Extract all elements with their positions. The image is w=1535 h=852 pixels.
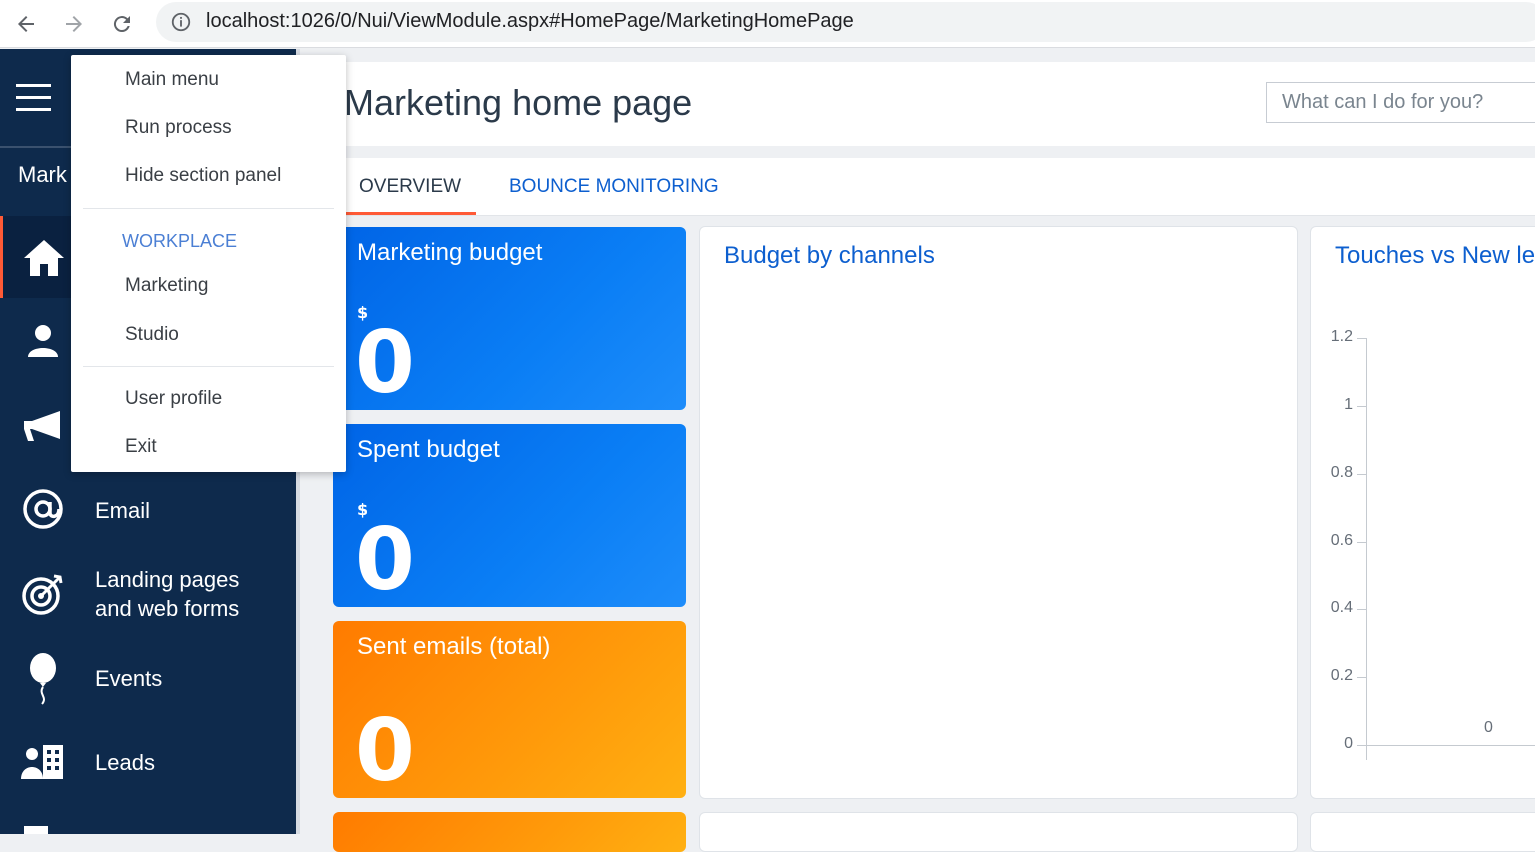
card-partial (1310, 812, 1535, 852)
y-tick (1357, 677, 1366, 679)
card-title[interactable]: Budget by channels (724, 242, 935, 270)
card-partial (699, 812, 1298, 852)
main-dropdown-menu: Main menu Run process Hide section panel… (71, 55, 346, 472)
tile-value: 0 (355, 313, 415, 410)
hamburger-bar (16, 96, 51, 99)
tile-value: 0 (355, 510, 415, 607)
y-axis-line (1366, 338, 1367, 760)
sidebar-item-events[interactable]: Events (95, 664, 162, 693)
y-tick-label: 0.4 (1330, 599, 1353, 617)
menu-item-run-process[interactable]: Run process (125, 117, 232, 139)
info-icon (171, 12, 191, 32)
card-budget-by-channels (699, 226, 1298, 799)
command-search-input[interactable] (1266, 82, 1535, 123)
reload-button[interactable] (106, 8, 138, 40)
arrow-right-icon (66, 16, 82, 32)
current-section-label: Mark (18, 162, 67, 187)
tab-bar (300, 158, 1535, 216)
x-axis-line (1366, 745, 1535, 746)
tile-sent-emails[interactable]: Sent emails (total) 0 (333, 621, 686, 798)
menu-separator (83, 208, 334, 209)
y-tick (1357, 745, 1366, 746)
hamburger-bar (16, 108, 51, 111)
sidebar-item-landing-pages[interactable]: Landing pages and web forms (95, 565, 239, 623)
sidebar-item-campaigns[interactable] (20, 402, 66, 448)
menu-toggle-button[interactable] (16, 84, 52, 112)
sidebar-item-partial-icon (24, 826, 48, 834)
person-icon (28, 325, 58, 357)
y-tick (1357, 473, 1366, 475)
y-tick-label: 1.2 (1330, 328, 1353, 345)
active-tab-indicator (346, 212, 476, 215)
card-title[interactable]: Touches vs New le (1335, 242, 1535, 270)
tile-title: Sent emails (total) (357, 633, 551, 660)
sidebar-item-leads-icon-wrap[interactable] (20, 739, 66, 785)
y-tick (1357, 541, 1366, 543)
forward-button[interactable] (58, 8, 90, 40)
y-tick-label: 0.8 (1330, 463, 1353, 481)
back-button[interactable] (10, 8, 42, 40)
balloon-icon (30, 653, 56, 705)
sidebar-item-contacts[interactable] (20, 318, 66, 364)
menu-item-marketing[interactable]: Marketing (125, 275, 208, 297)
tile-value: 0 (355, 701, 415, 798)
menu-item-studio[interactable]: Studio (125, 324, 179, 346)
sidebar-item-label: Landing pages (95, 567, 240, 592)
page-title: Marketing home page (344, 82, 693, 123)
tile-title: Marketing budget (357, 239, 543, 266)
target-icon (22, 574, 63, 615)
sidebar-item-home[interactable] (0, 216, 72, 298)
sidebar-item-events-icon-wrap[interactable] (20, 652, 66, 706)
tile-spent-budget[interactable]: Spent budget $ 0 (333, 424, 686, 607)
leads-icon (21, 745, 63, 779)
y-tick (1357, 338, 1366, 339)
menu-item-user-profile[interactable]: User profile (125, 388, 222, 410)
browser-toolbar: localhost:1026/0/Nui/ViewModule.aspx#Hom… (0, 0, 1535, 48)
y-tick-label: 0.6 (1330, 531, 1353, 549)
sidebar-item-email-icon-wrap[interactable] (20, 486, 66, 532)
tile-partial (333, 812, 686, 852)
url-text: localhost:1026/0/Nui/ViewModule.aspx#Hom… (206, 10, 854, 32)
menu-header-workplace: WORKPLACE (122, 231, 238, 251)
at-icon (23, 489, 63, 529)
tab-bounce-monitoring[interactable]: BOUNCE MONITORING (509, 176, 719, 198)
y-tick-label: 0.2 (1330, 667, 1353, 685)
y-tick (1357, 405, 1366, 407)
arrow-left-icon (18, 16, 34, 32)
sidebar-item-leads[interactable]: Leads (95, 748, 155, 777)
sidebar-item-email[interactable]: Email (95, 496, 150, 525)
sidebar-item-landing-icon-wrap[interactable] (20, 571, 66, 617)
chart-data-label: 0 (1484, 719, 1493, 736)
y-tick-label: 1 (1344, 395, 1353, 413)
tab-overview[interactable]: OVERVIEW (359, 176, 461, 198)
tile-marketing-budget[interactable]: Marketing budget $ 0 (333, 227, 686, 410)
tile-title: Spent budget (357, 436, 500, 463)
sidebar-item-label: and web forms (95, 596, 240, 621)
home-icon (24, 240, 64, 276)
y-tick (1357, 609, 1366, 611)
menu-item-exit[interactable]: Exit (125, 436, 157, 458)
hamburger-icon (16, 84, 51, 87)
menu-item-hide-section-panel[interactable]: Hide section panel (125, 165, 281, 187)
menu-item-main-menu[interactable]: Main menu (125, 69, 219, 91)
megaphone-icon (24, 411, 60, 441)
reload-icon (113, 16, 130, 33)
y-tick-label: 0 (1344, 735, 1353, 752)
card-touches-vs-new-leads (1310, 226, 1535, 799)
menu-separator (83, 366, 334, 367)
